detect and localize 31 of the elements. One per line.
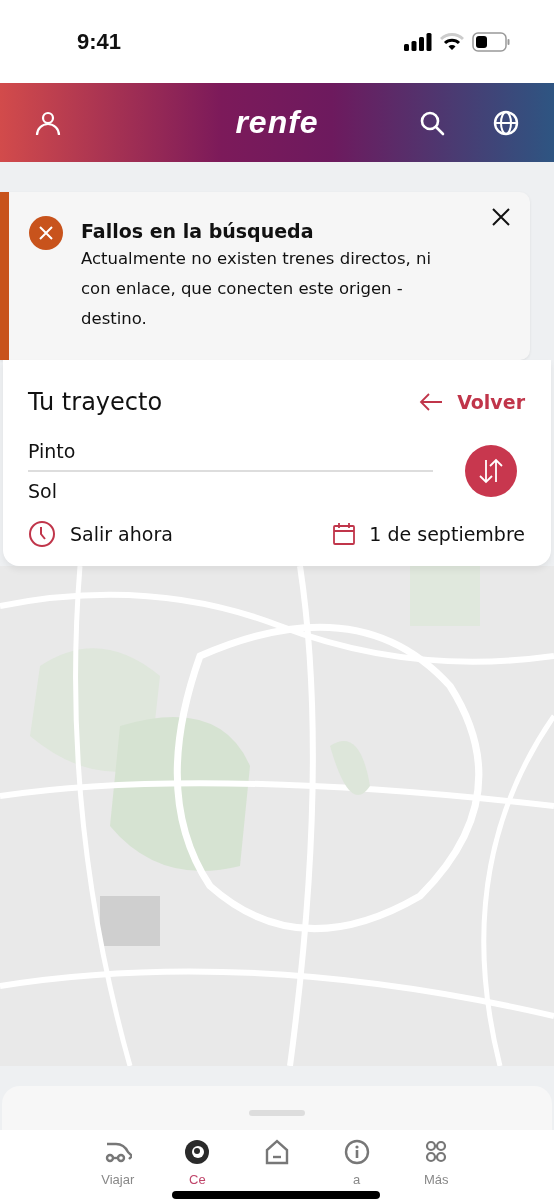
info-icon — [342, 1138, 371, 1166]
alert-message: Actualmente no existen trenes directos, ni con enlace, que conecten este origen - destino. — [81, 248, 433, 330]
card-title: Tu trayecto — [28, 388, 163, 416]
wifi-icon — [440, 32, 464, 51]
signal-icon — [404, 32, 432, 51]
destination-field[interactable]: Sol — [28, 472, 433, 510]
alert-title: Fallos en la búsqueda — [81, 220, 315, 242]
clock-icon — [28, 520, 56, 548]
tab-bar-item[interactable]: Ce — [157, 1138, 238, 1200]
close-icon[interactable] — [492, 208, 510, 226]
back-link[interactable]: Volver — [419, 391, 525, 413]
renfe-logo: renfe — [235, 104, 319, 141]
tab-bar-item[interactable]: Viajar — [78, 1138, 158, 1200]
calendar-icon — [333, 523, 356, 545]
arrow-left-icon — [419, 392, 444, 412]
swap-arrows-icon — [478, 458, 504, 484]
house-icon — [263, 1138, 291, 1166]
tab-bar-item[interactable]: a — [316, 1138, 397, 1200]
tab-bar-item[interactable]: Más — [396, 1138, 476, 1200]
user-icon[interactable] — [35, 109, 61, 136]
battery-icon — [472, 31, 510, 52]
swap-button[interactable] — [465, 445, 517, 497]
search-icon[interactable] — [419, 109, 445, 136]
time-option[interactable]: Salir ahora — [28, 520, 173, 548]
drag-handle[interactable] — [249, 1110, 305, 1116]
error-icon — [29, 216, 63, 250]
globe-icon[interactable] — [493, 109, 519, 136]
origin-field[interactable]: Pinto — [28, 432, 433, 472]
clock-time: 9:41 — [77, 28, 122, 55]
dial-icon — [183, 1138, 212, 1166]
date-option[interactable]: 1 de septiembre — [333, 523, 525, 545]
